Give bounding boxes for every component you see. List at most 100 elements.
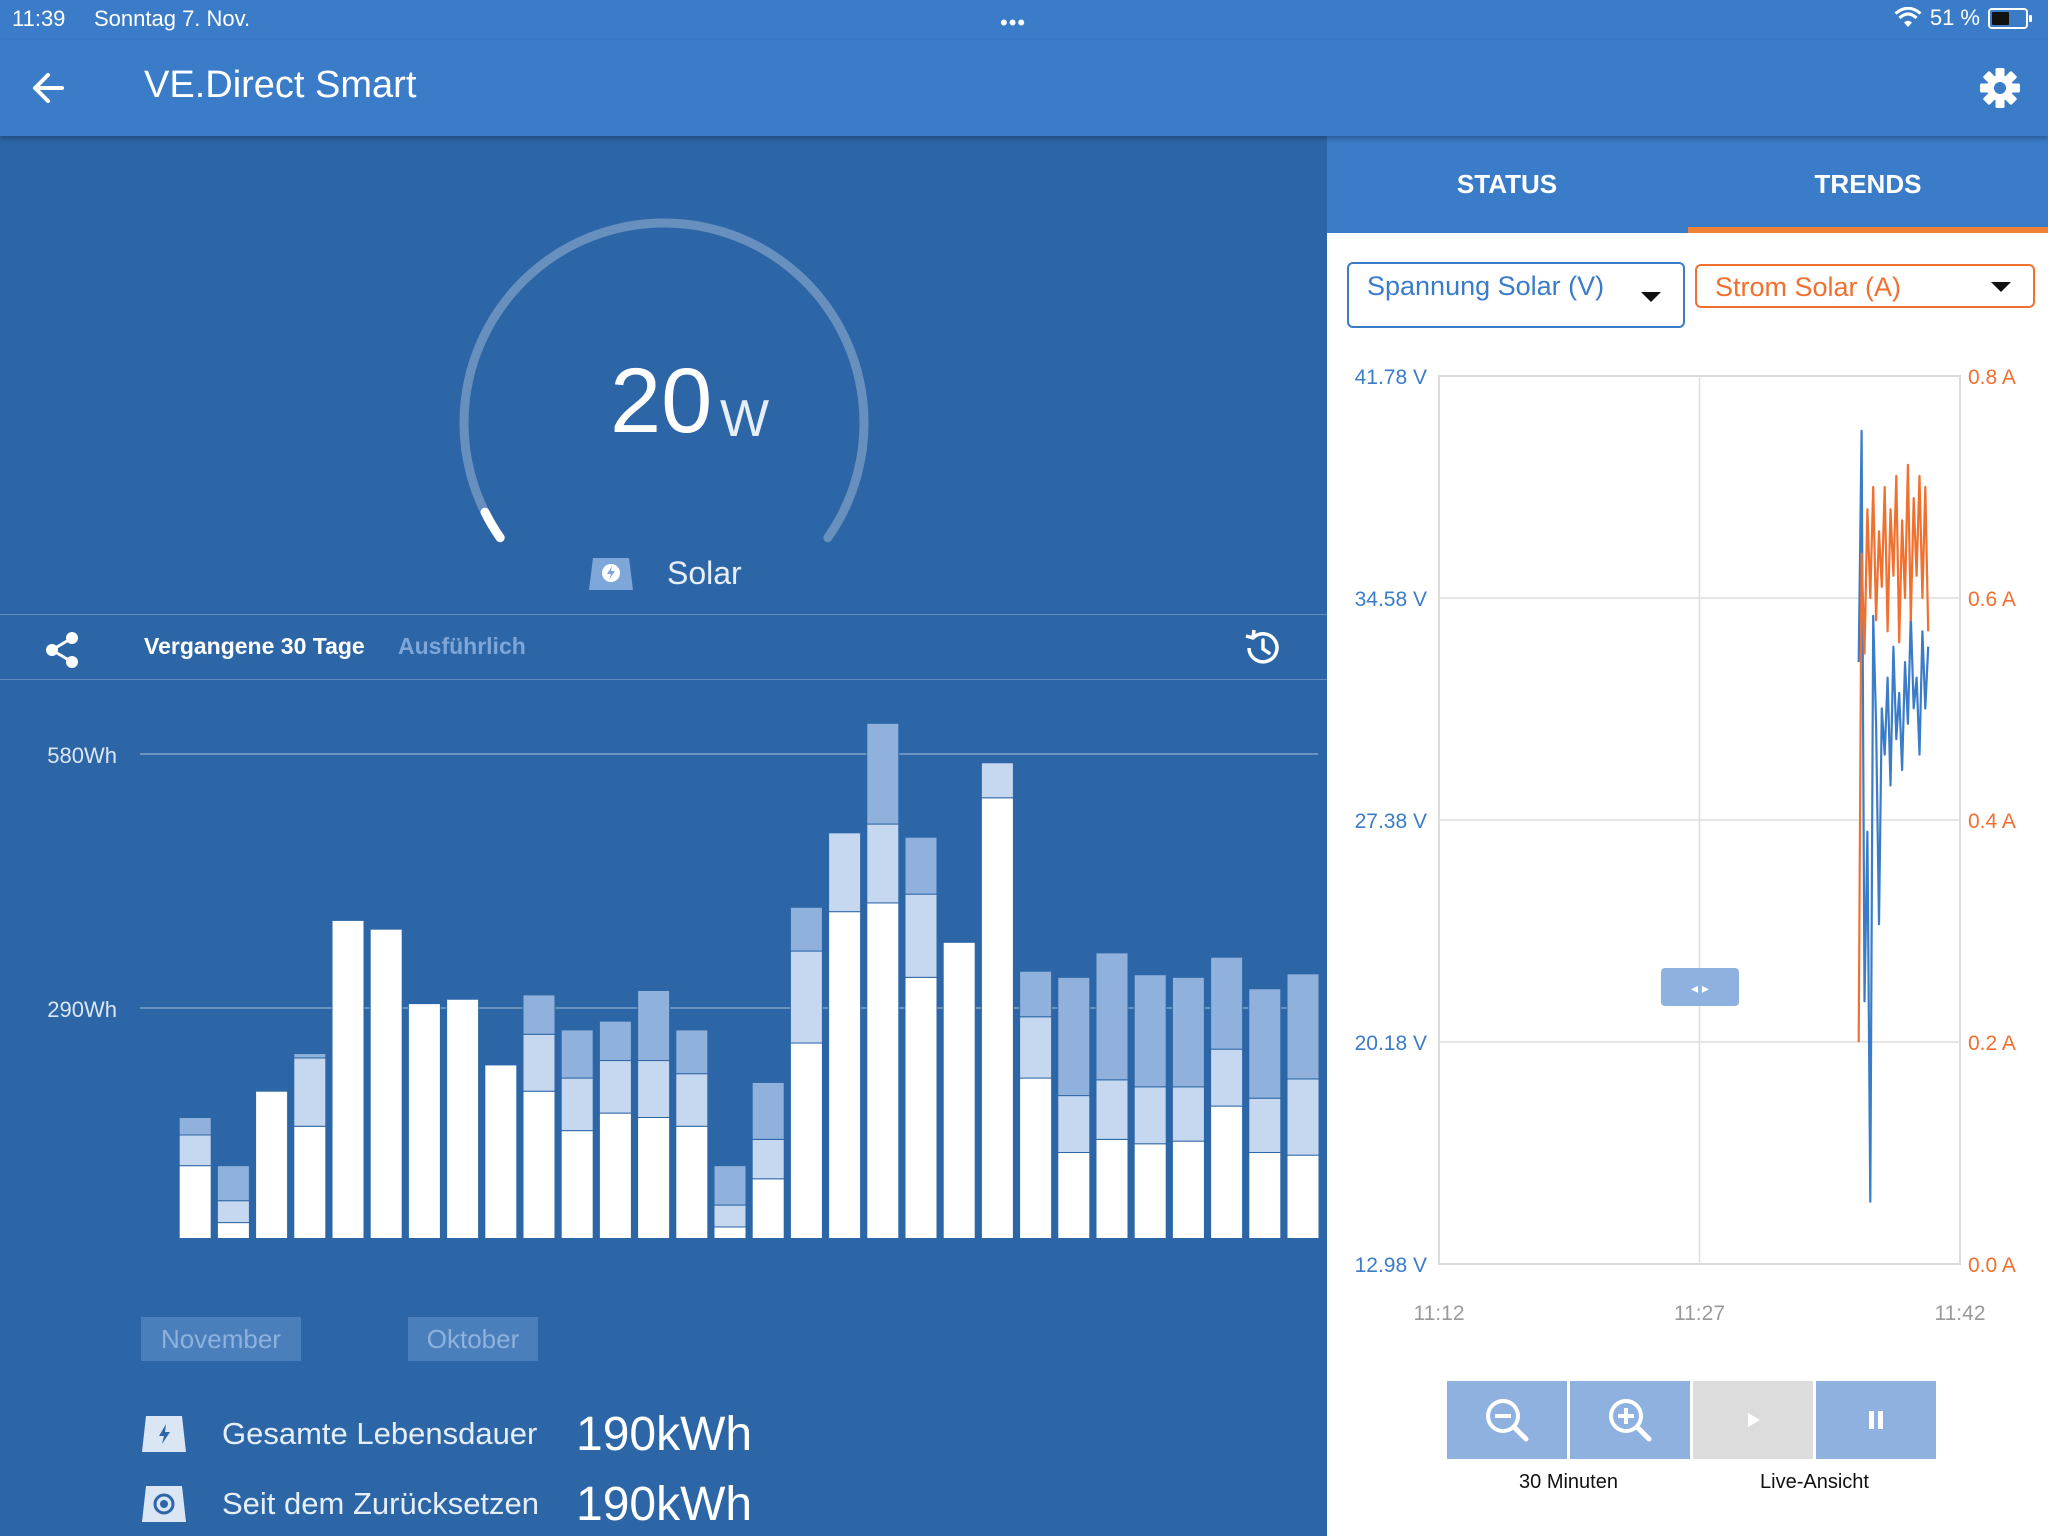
battery-percent: 51 % xyxy=(1929,5,1980,30)
bar-segment xyxy=(1019,1016,1053,1079)
tab-status[interactable]: STATUS xyxy=(1327,136,1687,233)
zoom-in-button[interactable] xyxy=(1570,1381,1690,1459)
bar-segment xyxy=(1210,956,1244,1050)
bar-segment xyxy=(598,1060,632,1114)
bar-segment xyxy=(637,989,671,1062)
y-left-tick-label: 12.98 V xyxy=(1355,1254,1427,1277)
chevron-down-icon xyxy=(1641,292,1661,302)
solar-panel-overview: 20 W Solar Vergangene 30 Tage Ausführlic… xyxy=(0,136,1327,1536)
back-arrow-icon[interactable] xyxy=(22,62,74,114)
lifetime-label: Gesamte Lebensdauer xyxy=(222,1416,538,1451)
bar-segment xyxy=(293,1125,327,1238)
bar-segment xyxy=(1171,976,1205,1088)
battery-icon xyxy=(1988,7,2032,29)
wifi-icon xyxy=(1894,7,1922,27)
power-unit: W xyxy=(720,390,770,448)
y-right-tick-label: 0.2 A xyxy=(1968,1032,2016,1055)
bar-segment xyxy=(522,994,556,1035)
x-tick-label: 11:27 xyxy=(1674,1302,1725,1325)
bar-segment xyxy=(1019,970,1053,1018)
bar-segment xyxy=(1133,974,1167,1088)
lifetime-row: Gesamte Lebensdauer 190kWh xyxy=(140,1406,752,1462)
bar-segment xyxy=(522,1090,556,1238)
page-title: VE.Direct Smart xyxy=(144,64,417,106)
y-right-tick-label: 0.0 A xyxy=(1968,1254,2016,1277)
bar-segment xyxy=(1171,1086,1205,1142)
y-right-tick-label: 0.8 A xyxy=(1968,366,2016,389)
play-button[interactable] xyxy=(1693,1381,1813,1459)
bar-segment xyxy=(216,1165,250,1202)
clock: 11:39 xyxy=(12,6,66,31)
bar-segment xyxy=(1286,1078,1320,1156)
bar-segment xyxy=(1095,1079,1129,1140)
daily-yield-chart: 580Wh290Wh 76543213130292827262524232221… xyxy=(47,722,1320,1238)
trends-panel: STATUS TRENDS Spannung Solar (V) Strom S… xyxy=(1327,136,2048,1536)
bar-segment xyxy=(1210,1105,1244,1238)
bar-segment xyxy=(675,1125,709,1238)
share-icon[interactable] xyxy=(40,627,86,673)
bar-segment xyxy=(1248,1152,1282,1238)
gauge-label: Solar xyxy=(667,555,742,591)
lifetime-value: 190kWh xyxy=(576,1407,753,1461)
bar-segment xyxy=(1057,1095,1091,1154)
history-icon[interactable] xyxy=(1239,625,1285,671)
right-axis-select[interactable]: Strom Solar (A) xyxy=(1695,264,2035,308)
zoom-out-icon xyxy=(1486,1399,1529,1442)
zoom-in-icon xyxy=(1609,1399,1652,1442)
y-left-tick-label: 41.78 V xyxy=(1355,366,1427,389)
x-tick-label: 11:12 xyxy=(1414,1302,1465,1325)
zoom-out-button[interactable] xyxy=(1447,1381,1567,1459)
bar-segment xyxy=(828,832,862,913)
bar-segment xyxy=(407,1003,441,1238)
bar-segment xyxy=(522,1033,556,1092)
left-axis-select[interactable]: Spannung Solar (V) xyxy=(1347,262,1685,328)
panel-tabs: STATUS TRENDS xyxy=(1327,136,2048,233)
bar-segment xyxy=(942,941,976,1238)
app-header: VE.Direct Smart xyxy=(0,40,2048,136)
y-right-tick-label: 0.6 A xyxy=(1968,588,2016,611)
live-caption: Live-Ansicht xyxy=(1760,1471,1869,1493)
tab-detailed[interactable]: Ausführlich xyxy=(398,633,526,660)
bar-segment xyxy=(751,1178,785,1238)
bar-segment xyxy=(1095,1138,1129,1238)
bar-segment xyxy=(713,1204,747,1228)
bar-segment xyxy=(1133,1086,1167,1145)
y-left-tick-label: 20.18 V xyxy=(1355,1032,1427,1055)
tab-trends[interactable]: TRENDS xyxy=(1688,136,2048,233)
bar-segment xyxy=(1248,988,1282,1099)
y-right-tick-label: 0.4 A xyxy=(1968,810,2016,833)
left-axis-select-value: Spannung Solar (V) xyxy=(1367,271,1605,301)
scroll-handle[interactable]: ◂ ▸ xyxy=(1661,968,1739,1006)
bar-segment xyxy=(675,1029,709,1075)
gear-icon[interactable] xyxy=(1974,62,2026,114)
bar-segment xyxy=(484,1064,518,1238)
gauge-fill xyxy=(480,507,505,543)
bar-segment xyxy=(789,906,823,952)
chevron-down-icon xyxy=(1991,282,2011,292)
power-gauge: 20 W Solar xyxy=(0,136,1327,616)
bar-segment xyxy=(560,1130,594,1238)
bar-segment xyxy=(446,998,480,1238)
bar-segment xyxy=(713,1226,747,1238)
trend-chart: 41.78 V 0.8 A 34.58 V 0.6 A 27.38 V 0.4 A 20.1… xyxy=(1355,366,2016,1325)
bar-segment xyxy=(560,1077,594,1132)
right-axis-select-value: Strom Solar (A) xyxy=(1715,272,1902,302)
bar-segment xyxy=(675,1073,709,1127)
month-label-october: Oktober xyxy=(408,1317,538,1361)
bar-segment xyxy=(178,1165,212,1238)
bar-segment xyxy=(866,823,900,904)
pause-button[interactable] xyxy=(1816,1381,1936,1459)
bar-segment xyxy=(178,1116,212,1136)
bar-segment xyxy=(216,1222,250,1238)
history-toolbar: Vergangene 30 Tage Ausführlich xyxy=(0,614,1327,680)
svg-text:◂ ▸: ◂ ▸ xyxy=(1691,980,1709,996)
bar-segment xyxy=(1248,1097,1282,1154)
tab-past-30-days[interactable]: Vergangene 30 Tage xyxy=(144,633,365,660)
y-tick-label: 580Wh xyxy=(47,743,117,768)
bar-segment xyxy=(904,893,938,978)
multitask-dots-icon[interactable]: ••• xyxy=(1000,10,1026,36)
bar-segment xyxy=(178,1134,212,1167)
y-left-tick-label: 34.58 V xyxy=(1355,588,1427,611)
bar-segment xyxy=(866,902,900,1238)
bar-segment xyxy=(713,1165,747,1206)
